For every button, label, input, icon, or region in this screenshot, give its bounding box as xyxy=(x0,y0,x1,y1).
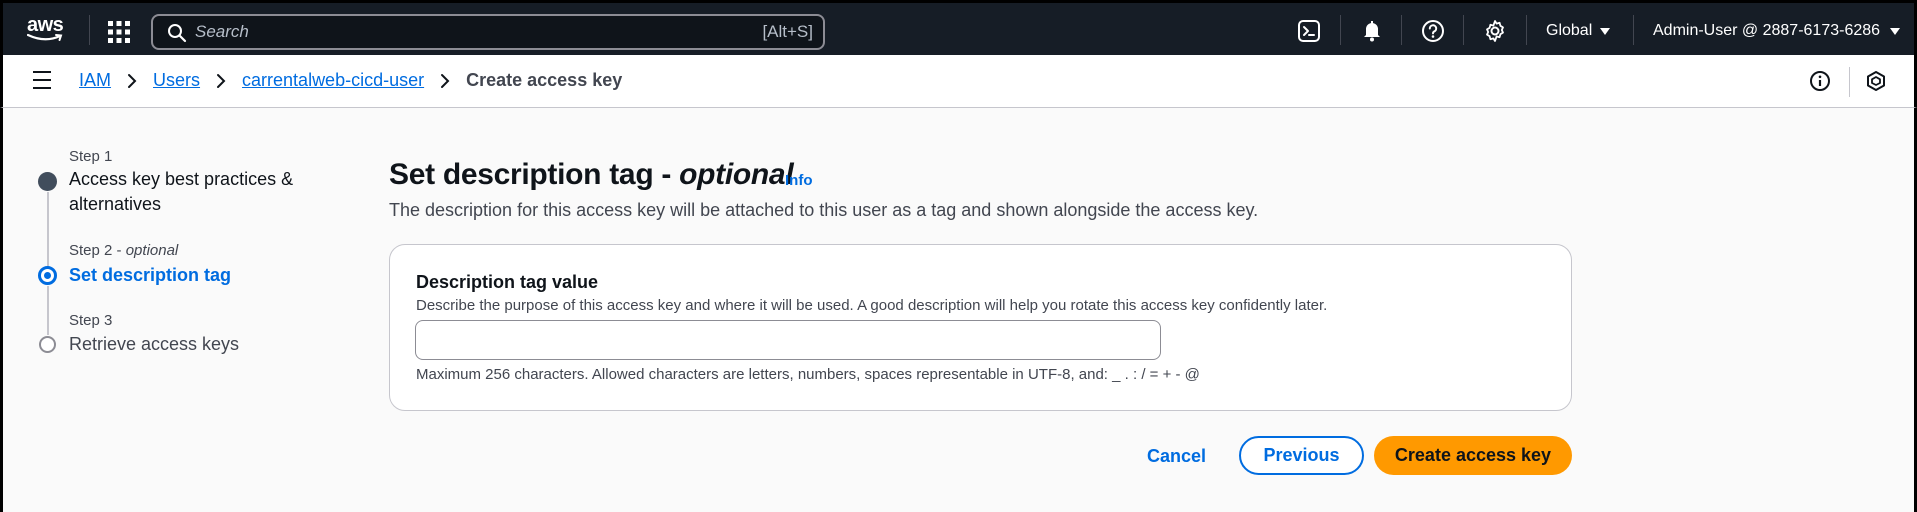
account-label: Admin-User @ 2887-6173-6286 xyxy=(1653,22,1881,39)
breadcrumb-iam[interactable]: IAM xyxy=(79,70,111,91)
account-menu[interactable]: Admin-User @ 2887-6173-6286 xyxy=(1653,22,1901,40)
step-2-active-icon xyxy=(38,266,57,285)
aws-logo-text: aws xyxy=(27,14,64,36)
step-3-title: Retrieve access keys xyxy=(69,334,240,354)
security-hexagon-icon[interactable] xyxy=(1865,70,1887,97)
description-tag-label: Description tag value xyxy=(416,272,599,292)
description-tag-constraint: Maximum 256 characters. Allowed characte… xyxy=(416,366,1200,383)
top-navigation-bar: aws [Alt+S] xyxy=(0,0,1917,55)
nav-divider xyxy=(1401,15,1402,45)
nav-divider xyxy=(1526,15,1527,45)
step-1-completed-icon xyxy=(38,172,57,191)
services-grid-icon[interactable] xyxy=(107,20,131,44)
region-label: Global xyxy=(1546,22,1593,39)
page-title-text: Set description tag - xyxy=(389,158,680,191)
page-description: The description for this access key will… xyxy=(389,200,1259,220)
region-selector[interactable]: Global xyxy=(1546,22,1611,40)
breadcrumb: IAM Users carrentalweb-cicd-user Create … xyxy=(79,70,622,91)
notifications-bell-icon[interactable] xyxy=(1360,19,1384,43)
settings-gear-icon[interactable] xyxy=(1483,19,1507,43)
caret-down-icon xyxy=(1890,27,1901,35)
step-2-label-text: Step 2 xyxy=(69,242,113,259)
nav-divider xyxy=(1340,15,1341,45)
aws-logo[interactable]: aws xyxy=(27,15,69,47)
create-access-key-button[interactable]: Create access key xyxy=(1374,436,1572,475)
step-3-pending-icon xyxy=(39,336,56,353)
step-2-optional-text: optional xyxy=(125,242,179,259)
info-panel-icon[interactable] xyxy=(1809,70,1831,97)
chevron-right-icon xyxy=(127,73,137,89)
nav-divider xyxy=(1633,15,1634,45)
cancel-button[interactable]: Cancel xyxy=(1133,437,1220,475)
nav-divider xyxy=(89,15,90,45)
step-3-label: Step 3 xyxy=(69,312,113,329)
caret-down-icon xyxy=(1600,27,1611,35)
step-connector xyxy=(47,286,49,335)
breadcrumb-divider xyxy=(1849,67,1850,97)
page-title-optional: optional xyxy=(679,158,794,191)
step-1-label: Step 1 xyxy=(69,148,113,165)
breadcrumb-current: Create access key xyxy=(466,70,623,90)
step-2-title: Set description tag xyxy=(69,265,232,285)
aws-smile-icon xyxy=(27,33,63,41)
search-input[interactable] xyxy=(195,20,735,44)
description-tag-help: Describe the purpose of this access key … xyxy=(416,297,1328,314)
menu-hamburger-icon[interactable] xyxy=(33,71,55,91)
description-tag-container: Description tag value Describe the purpo… xyxy=(389,244,1572,411)
page-title: Set description tag - optional xyxy=(389,158,794,192)
step-2-label: Step 2 - optional xyxy=(69,242,179,259)
search-bar[interactable]: [Alt+S] xyxy=(151,14,825,50)
chevron-right-icon xyxy=(440,73,450,89)
step-1-title[interactable]: Access key best practices & alternatives xyxy=(69,167,309,217)
window-frame-left xyxy=(0,108,3,512)
breadcrumb-user[interactable]: carrentalweb-cicd-user xyxy=(242,70,424,91)
cloudshell-icon[interactable] xyxy=(1297,19,1321,43)
breadcrumb-bar: IAM Users carrentalweb-cicd-user Create … xyxy=(0,55,1917,108)
nav-divider xyxy=(1463,15,1464,45)
search-icon xyxy=(168,24,187,43)
help-icon[interactable] xyxy=(1421,19,1445,43)
info-link[interactable]: Info xyxy=(785,172,813,189)
breadcrumb-users[interactable]: Users xyxy=(153,70,200,91)
search-shortcut: [Alt+S] xyxy=(762,22,813,41)
chevron-right-icon xyxy=(216,73,226,89)
description-tag-input[interactable] xyxy=(415,320,1161,360)
previous-button[interactable]: Previous xyxy=(1239,436,1364,475)
